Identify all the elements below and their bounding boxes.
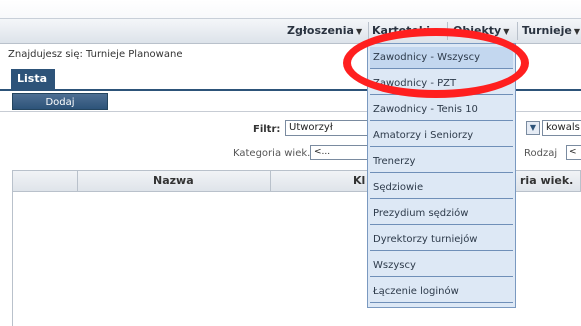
dropdown-item-sedziowie[interactable]: Sędziowie	[370, 177, 513, 199]
menu-obiekty-label: Obiekty	[453, 24, 502, 37]
column-header-nazwa[interactable]: Nazwa	[153, 171, 194, 191]
dropdown-item-wszyscy[interactable]: Wszyscy	[370, 255, 513, 277]
main-menu-bar: Zgłoszenia ▼ Kartoteki ▼ Obiekty ▼ Turnieje…	[0, 18, 581, 44]
grid-column-divider	[77, 171, 78, 191]
kind-label: Rodzaj	[524, 148, 558, 159]
dropdown-item-trenerzy[interactable]: Trenerzy	[370, 151, 513, 173]
tab-lista[interactable]: Lista	[11, 69, 55, 89]
chevron-down-icon: ▼	[432, 27, 439, 36]
grid-column-divider	[270, 171, 271, 191]
breadcrumb: Znajdujesz się: Turnieje Planowane	[8, 49, 183, 60]
kind-select[interactable]: <	[566, 145, 581, 160]
menu-kartoteki[interactable]: Kartoteki ▼	[372, 19, 438, 43]
menu-divider	[447, 22, 448, 40]
add-button[interactable]: Dodaj	[12, 93, 108, 110]
filter-select[interactable]: Utworzył	[285, 120, 369, 136]
dropdown-item-prezydium-sedziow[interactable]: Prezydium sędziów	[370, 203, 513, 225]
dropdown-item-laczenie-loginow[interactable]: Łączenie loginów	[370, 281, 513, 303]
kartoteki-dropdown-menu: Zawodnicy - Wszyscy Zawodnicy - PZT Zawo…	[367, 43, 516, 308]
category-select[interactable]: <...	[310, 145, 368, 160]
dropdown-arrow-icon[interactable]: ▼	[526, 121, 540, 135]
column-header-klub[interactable]: Kl	[353, 171, 365, 191]
menu-divider	[368, 22, 369, 40]
chevron-down-icon: ▼	[355, 27, 363, 36]
menu-turnieje[interactable]: Turnieje ▼	[522, 19, 580, 43]
dropdown-item-zawodnicy-tenis-10[interactable]: Zawodnicy - Tenis 10	[370, 99, 513, 121]
dropdown-item-amatorzy-seniorzy[interactable]: Amatorzy i Seniorzy	[370, 125, 513, 147]
dropdown-item-zawodnicy-wszyscy[interactable]: Zawodnicy - Wszyscy	[370, 47, 513, 69]
chevron-down-icon: ▼	[573, 27, 580, 36]
menu-kartoteki-label: Kartoteki	[372, 24, 430, 37]
menu-zgloszenia[interactable]: Zgłoszenia ▼	[287, 19, 362, 43]
menu-obiekty[interactable]: Obiekty ▼	[453, 19, 509, 43]
filter-label: Filtr:	[253, 124, 281, 135]
column-header-kategoria[interactable]: ria wiek.	[520, 171, 573, 191]
chevron-down-icon: ▼	[503, 27, 510, 36]
dropdown-item-zawodnicy-pzt[interactable]: Zawodnicy - PZT	[370, 73, 513, 95]
menu-zgloszenia-label: Zgłoszenia	[287, 24, 354, 37]
category-label: Kategoria wiek.	[233, 148, 311, 159]
menu-turnieje-label: Turnieje	[522, 24, 572, 37]
menu-divider	[517, 22, 518, 40]
dropdown-item-dyrektorzy-turniejow[interactable]: Dyrektorzy turniejów	[370, 229, 513, 251]
filter-value-input[interactable]: kowals	[542, 120, 581, 136]
